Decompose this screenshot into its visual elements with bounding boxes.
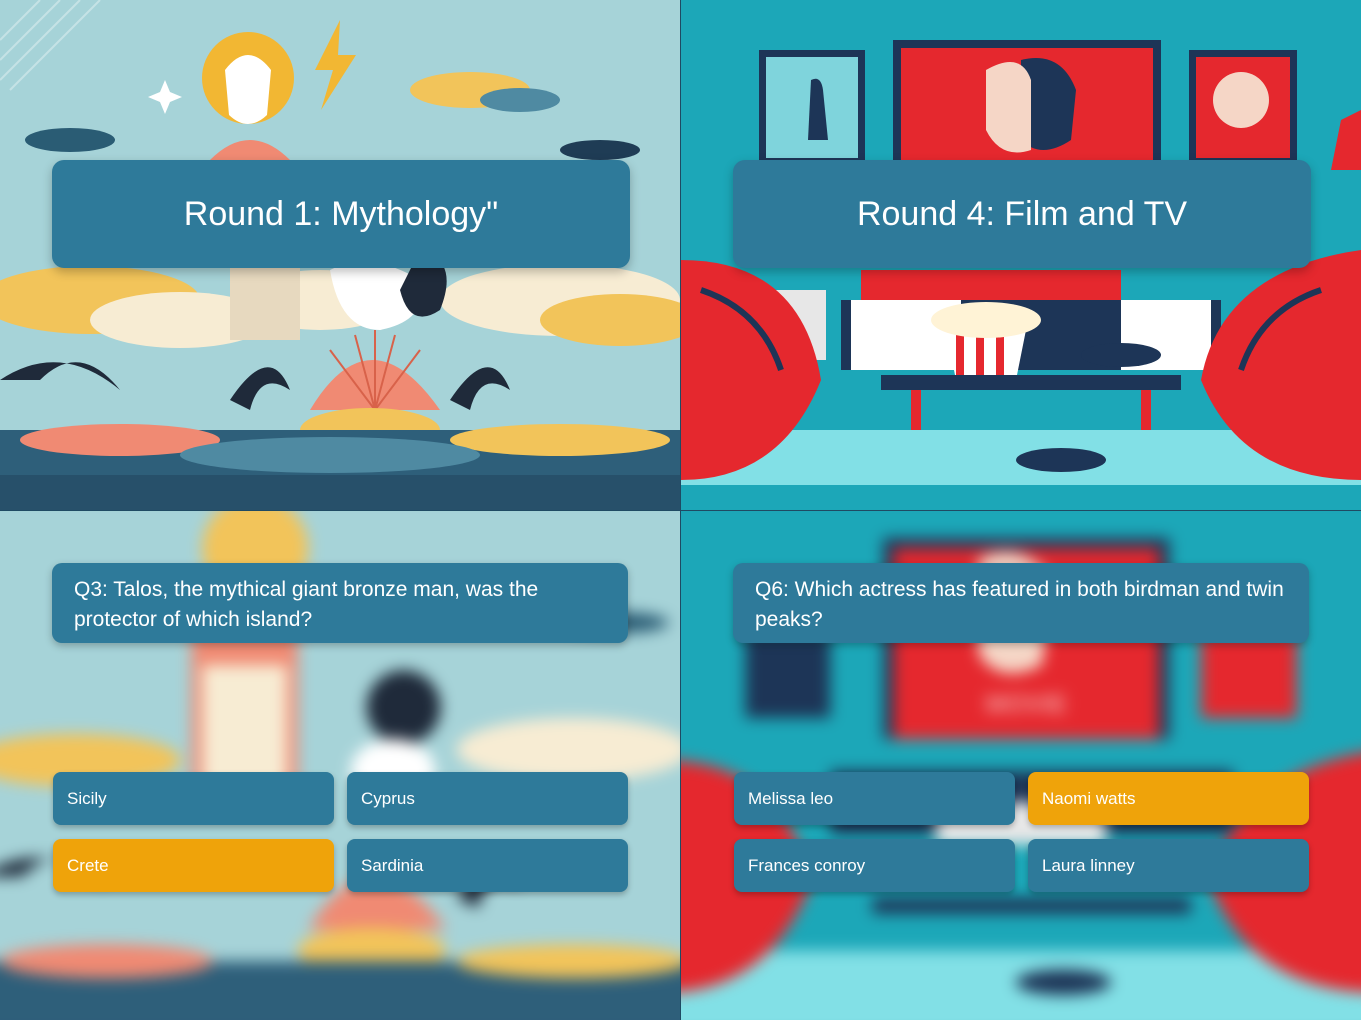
round-title-text: Round 4: Film and TV (856, 194, 1188, 233)
answer-option-sicily[interactable]: Sicily (53, 772, 334, 825)
answer-option-laura-linney[interactable]: Laura linney (1028, 839, 1309, 892)
answer-label: Crete (67, 855, 109, 875)
answer-option-sardinia[interactable]: Sardinia (347, 839, 628, 892)
question-card: Q3: Talos, the mythical giant bronze man… (52, 563, 628, 643)
answer-label: Naomi watts (1042, 788, 1136, 808)
answer-label: Cyprus (361, 788, 415, 808)
round-title-card: Round 4: Film and TV (733, 160, 1311, 268)
slide-film-title[interactable]: Round 4: Film and TV (681, 0, 1361, 510)
answer-label: Frances conroy (748, 855, 866, 875)
answer-label: Sicily (67, 788, 107, 808)
answer-label: Sardinia (361, 855, 424, 875)
answer-option-melissa-leo[interactable]: Melissa leo (734, 772, 1015, 825)
answer-option-cyprus[interactable]: Cyprus (347, 772, 628, 825)
question-text: Q3: Talos, the mythical giant bronze man… (74, 578, 539, 631)
poster-text: MOVIE (985, 691, 1067, 719)
answer-option-frances-conroy[interactable]: Frances conroy (734, 839, 1015, 892)
slide-film-question[interactable]: MOVIE Q6: Which actress has featured in … (681, 511, 1361, 1020)
answer-option-crete[interactable]: Crete (53, 839, 334, 892)
answer-option-naomi-watts[interactable]: Naomi watts (1028, 772, 1309, 825)
round-title-card: Round 1: Mythology" (52, 160, 630, 268)
answer-label: Melissa leo (748, 788, 834, 808)
question-text: Q6: Which actress has featured in both b… (755, 578, 1284, 631)
question-card: Q6: Which actress has featured in both b… (733, 563, 1309, 643)
round-title-text: Round 1: Mythology" (183, 194, 499, 233)
slide-grid: Round 1: Mythology" Round 4: Film and TV… (0, 0, 1361, 1020)
slide-mythology-question[interactable]: Q3: Talos, the mythical giant bronze man… (0, 511, 680, 1020)
game-controller-icon (1016, 448, 1106, 472)
answer-label: Laura linney (1042, 855, 1135, 875)
slide-mythology-title[interactable]: Round 1: Mythology" (0, 0, 680, 510)
